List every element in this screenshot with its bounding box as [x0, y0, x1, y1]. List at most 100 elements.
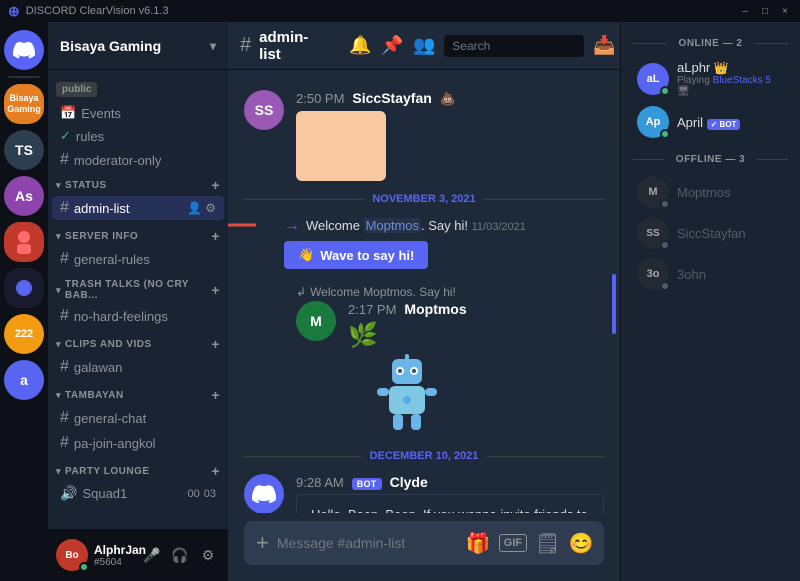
emoji-icon[interactable]: 😊 — [569, 531, 594, 556]
add-channel-party[interactable]: + — [211, 463, 220, 479]
add-channel-server-info[interactable]: + — [211, 228, 220, 244]
server-icon-as[interactable]: As — [4, 176, 44, 216]
server-icon-ts[interactable]: TS — [4, 130, 44, 170]
search-input[interactable] — [444, 35, 584, 57]
offline-section-label: OFFLINE — 3 — [676, 154, 745, 165]
moptmos-reply: ↲ Welcome Moptmos. Say hi! — [296, 285, 604, 299]
sicc-avatar-initials: SS — [255, 102, 274, 118]
date-line-right-nov — [484, 199, 604, 200]
user-tag: #5604 — [94, 557, 134, 568]
user-info: AlphrJan #5604 — [94, 543, 134, 568]
add-file-icon[interactable]: + — [256, 530, 269, 556]
channel-item-moderator[interactable]: # moderator-only — [52, 148, 224, 172]
server-icon-red[interactable] — [4, 222, 44, 262]
channel-name-events: Events — [81, 106, 216, 121]
members-icon[interactable]: 👥 — [412, 34, 436, 58]
mute-button[interactable]: 🎤 — [140, 543, 164, 567]
section-header-server-info[interactable]: ▾ SERVER INFO + — [48, 224, 228, 246]
channel-list: public 📅 Events ✓ rules # moderator-only… — [48, 70, 228, 529]
notifications-icon[interactable]: 🔔 — [348, 34, 372, 58]
add-channel-clips[interactable]: + — [211, 336, 220, 352]
deafen-button[interactable]: 🎧 — [168, 543, 192, 567]
channel-item-pa-join[interactable]: # pa-join-angkol — [52, 431, 224, 455]
section-header-party[interactable]: ▾ PARTY LOUNGE + — [48, 459, 228, 481]
channel-item-admin-list[interactable]: # admin-list 👤 ⚙ — [52, 196, 224, 220]
sicc-image — [296, 111, 386, 181]
hashtag-header-icon[interactable] — [316, 34, 340, 58]
server-icon-alphr[interactable]: a — [4, 360, 44, 400]
moptmos-member-info: Moptmos — [677, 185, 784, 200]
moptmos-author: Moptmos — [404, 301, 466, 317]
april-name: April ✓ BOT — [677, 115, 784, 130]
section-header-trash[interactable]: ▾ TRASH TALKS (NO CRY BAB... + — [48, 275, 228, 303]
wave-button[interactable]: 👋 Wave to say hi! — [284, 241, 428, 269]
add-channel-status[interactable]: + — [211, 177, 220, 193]
channel-item-events[interactable]: 📅 Events — [52, 102, 224, 124]
titlebar-controls[interactable]: – □ × — [738, 4, 792, 18]
add-channel-tambayan[interactable]: + — [211, 387, 220, 403]
server-icon-222[interactable]: 222 — [4, 314, 44, 354]
section-header-tambayan[interactable]: ▾ TAMBAYAN + — [48, 383, 228, 405]
channel-item-galawan[interactable]: # galawan — [52, 355, 224, 379]
online-section-divider-left — [633, 43, 667, 44]
section-row-party: ▾ PARTY LOUNGE — [56, 466, 150, 477]
server-icon-bisaya[interactable]: BisayaGaming — [4, 84, 44, 124]
sticker-icon[interactable]: 🗒 — [535, 531, 560, 556]
message-content-moptmos: ↲ Welcome Moptmos. Say hi! M 2:17 PM Mop… — [296, 285, 604, 438]
channel-item-general-chat[interactable]: # general-chat — [52, 406, 224, 430]
titlebar-title: DISCORD ClearVision v6.1.3 — [26, 5, 169, 17]
maximize-button[interactable]: □ — [758, 4, 772, 18]
wave-button-label: Wave to say hi! — [320, 248, 414, 263]
app-body: BisayaGaming TS As 222 a Bisaya Gaming ▾… — [0, 22, 800, 581]
member-item-siccstayfan[interactable]: SS SiccStayfan — [625, 213, 796, 253]
hash-icon-general-rules: # — [60, 250, 69, 268]
channel-item-squad1[interactable]: 🔊 Squad1 00 03 — [52, 482, 224, 505]
welcome-row: → Welcome Moptmos. Say hi! 11/03/2021 — [284, 217, 604, 235]
titlebar-left: ⊕ DISCORD ClearVision v6.1.3 — [8, 3, 169, 20]
channel-name-general-rules: general-rules — [74, 252, 216, 267]
channel-name-nhf: no-hard-feelings — [74, 309, 216, 324]
section-header-status[interactable]: ▾ STATUS + — [48, 173, 228, 195]
moptmos-member-initials: M — [648, 186, 657, 198]
settings-button[interactable]: ⚙ — [196, 543, 220, 567]
member-item-moptmos[interactable]: M Moptmos — [625, 172, 796, 212]
close-button[interactable]: × — [778, 4, 792, 18]
alphr-status: Playing BlueStacks 5 🖥 — [677, 75, 784, 97]
channel-name-general-chat: general-chat — [74, 411, 216, 426]
gift-icon[interactable]: 🎁 — [466, 531, 491, 556]
channel-item-no-hard-feelings[interactable]: # no-hard-feelings — [52, 304, 224, 328]
server-icon-discord[interactable] — [4, 30, 44, 70]
member-item-april[interactable]: Ap April ✓ BOT — [625, 102, 796, 142]
april-status-dot — [660, 129, 670, 139]
server-header[interactable]: Bisaya Gaming ▾ — [48, 22, 228, 70]
message-input[interactable] — [277, 523, 458, 563]
voice-icon-count: 03 — [204, 488, 216, 500]
server-icon-dark[interactable] — [4, 268, 44, 308]
pins-icon[interactable]: 📌 — [380, 34, 404, 58]
channel-item-general-rules[interactable]: # general-rules — [52, 247, 224, 271]
gear-icon: ⚙ — [205, 201, 216, 215]
hash-icon-general-chat: # — [60, 409, 69, 427]
members-sidebar: ONLINE — 2 aL aLphr 👑 Playing BlueStacks… — [620, 22, 800, 581]
inbox-icon[interactable]: 📥 — [592, 34, 616, 58]
add-channel-trash[interactable]: + — [211, 282, 220, 298]
chat-header: # admin-list 🔔 📌 👥 📥 ? — [228, 22, 620, 70]
member-item-3ohn[interactable]: 3o 3ohn — [625, 254, 796, 294]
sicc-author: SiccStayfan — [352, 90, 431, 106]
member-item-alphr[interactable]: aL aLphr 👑 Playing BlueStacks 5 🖥 — [625, 56, 796, 101]
3ohn-member-initials: 3o — [647, 268, 660, 280]
hash-icon-moderator: # — [60, 151, 69, 169]
check-icon: ✓ — [60, 128, 71, 144]
minimize-button[interactable]: – — [738, 4, 752, 18]
section-header-clips[interactable]: ▾ CLIPS AND VIDS + — [48, 332, 228, 354]
gif-icon[interactable]: GIF — [499, 534, 527, 552]
moptmos-member-name: Moptmos — [677, 185, 784, 200]
moptmos-message-row: M 2:17 PM Moptmos 🌿 — [296, 301, 604, 438]
clyde-avatar — [244, 474, 284, 513]
section-tambayan: ▾ TAMBAYAN + # general-chat # pa-join-an… — [48, 383, 228, 455]
channel-item-rules[interactable]: ✓ rules — [52, 125, 224, 147]
reply-curve-icon: ↲ — [296, 285, 306, 299]
section-server-info: ▾ SERVER INFO + # general-rules — [48, 224, 228, 271]
mention-moptmos: Moptmos — [364, 218, 421, 233]
message-content-sicc: 2:50 PM SiccStayfan 💩 — [296, 90, 604, 181]
